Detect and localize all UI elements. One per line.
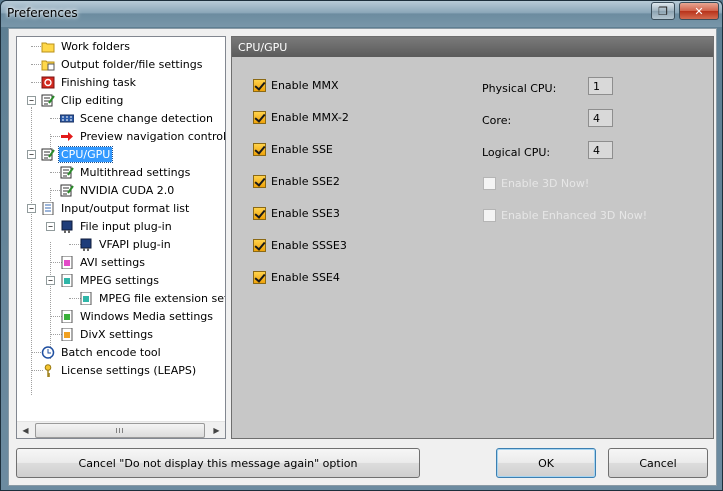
mpeg-extension-icon bbox=[79, 291, 93, 305]
checkbox-checked-icon[interactable] bbox=[253, 239, 266, 252]
checkbox-checked-icon[interactable] bbox=[253, 143, 266, 156]
expand-toggle-clip-editing[interactable]: − bbox=[27, 96, 36, 105]
tree-item-clip-editing[interactable]: Clip editing bbox=[41, 91, 125, 109]
tree-item-finishing-task[interactable]: Finishing task bbox=[41, 73, 138, 91]
expand-toggle-cpu-gpu[interactable]: − bbox=[27, 150, 36, 159]
restore-button[interactable]: ❐ bbox=[651, 2, 675, 20]
tree-item-mpeg-settings[interactable]: MPEG settings bbox=[60, 271, 161, 289]
clock-icon bbox=[41, 345, 55, 359]
checkbox-enable-sse[interactable]: Enable SSE bbox=[253, 143, 333, 156]
divx-icon bbox=[60, 327, 74, 341]
core-value: 4 bbox=[588, 109, 613, 127]
cuda-icon bbox=[60, 184, 74, 197]
checkbox-unchecked-icon bbox=[483, 209, 496, 222]
checkbox-enable-3dnow: Enable 3D Now! bbox=[483, 177, 589, 190]
close-button[interactable]: ✕ bbox=[679, 2, 719, 20]
tree-item-batch-encode[interactable]: Batch encode tool bbox=[41, 343, 163, 361]
checkbox-enable-sse4[interactable]: Enable SSE4 bbox=[253, 271, 340, 284]
dialog-client-area: − − − − − Work folders Output folder/fil… bbox=[8, 28, 717, 486]
ok-button[interactable]: OK bbox=[496, 448, 596, 478]
checkbox-checked-icon[interactable] bbox=[253, 111, 266, 124]
checkbox-enable-sse3[interactable]: Enable SSE3 bbox=[253, 207, 340, 220]
tree-item-file-input-plugin[interactable]: File input plug-in bbox=[60, 217, 174, 235]
physical-cpu-value: 1 bbox=[588, 77, 613, 95]
cpu-gpu-panel: CPU/GPU Enable MMX Enable MMX-2 Enable S… bbox=[231, 36, 714, 439]
expand-toggle-file-input[interactable]: − bbox=[46, 222, 55, 231]
tree-item-windows-media[interactable]: Windows Media settings bbox=[60, 307, 215, 325]
tree-item-output-folder[interactable]: Output folder/file settings bbox=[41, 55, 204, 73]
format-list-icon bbox=[41, 201, 55, 215]
close-icon: ✕ bbox=[694, 4, 704, 18]
scroll-right-button[interactable]: ▶ bbox=[208, 423, 225, 438]
checkbox-enable-sse2[interactable]: Enable SSE2 bbox=[253, 175, 340, 188]
tree-item-license-settings[interactable]: License settings (LEAPS) bbox=[41, 361, 198, 379]
scene-detection-icon bbox=[59, 112, 75, 125]
expand-toggle-format-list[interactable]: − bbox=[27, 204, 36, 213]
tree-item-divx-settings[interactable]: DivX settings bbox=[60, 325, 155, 343]
preferences-window: Preferences ❐ ✕ − − − − − Work folders O… bbox=[0, 0, 723, 491]
tree-item-nvidia-cuda[interactable]: NVIDIA CUDA 2.0 bbox=[60, 181, 176, 199]
tree-item-cpu-gpu[interactable]: CPU/GPU bbox=[41, 145, 114, 163]
scroll-left-button[interactable]: ◀ bbox=[17, 423, 34, 438]
checkbox-enable-mmx[interactable]: Enable MMX bbox=[253, 79, 338, 92]
checkbox-checked-icon[interactable] bbox=[253, 207, 266, 220]
cpu-gpu-icon bbox=[41, 148, 55, 161]
checkbox-checked-icon[interactable] bbox=[253, 175, 266, 188]
scroll-grip: III bbox=[115, 426, 125, 435]
checkbox-checked-icon[interactable] bbox=[253, 79, 266, 92]
red-arrow-icon bbox=[60, 130, 74, 143]
scroll-right-icon: ▶ bbox=[213, 426, 220, 435]
title-bar[interactable]: Preferences ❐ ✕ bbox=[1, 1, 722, 27]
key-icon bbox=[41, 363, 55, 377]
mpeg-icon bbox=[60, 273, 74, 287]
scroll-thumb[interactable]: III bbox=[35, 423, 205, 438]
checkbox-enable-ssse3[interactable]: Enable SSSE3 bbox=[253, 239, 347, 252]
tree-item-multithread[interactable]: Multithread settings bbox=[60, 163, 192, 181]
expand-toggle-mpeg[interactable]: − bbox=[46, 276, 55, 285]
checkbox-enable-enhanced-3dnow: Enable Enhanced 3D Now! bbox=[483, 209, 647, 222]
tree-item-preview-navigation[interactable]: Preview navigation control bbox=[60, 127, 225, 145]
finishing-task-icon bbox=[41, 76, 55, 89]
vfapi-plugin-icon bbox=[79, 238, 93, 251]
checkbox-checked-icon[interactable] bbox=[253, 271, 266, 284]
plugin-icon bbox=[60, 220, 74, 233]
settings-tree[interactable]: − − − − − Work folders Output folder/fil… bbox=[16, 36, 226, 439]
cancel-dont-display-button[interactable]: Cancel "Do not display this message agai… bbox=[16, 448, 420, 478]
restore-icon: ❐ bbox=[658, 4, 668, 18]
clip-editing-icon bbox=[41, 94, 55, 107]
core-label: Core: bbox=[482, 114, 512, 127]
logical-cpu-label: Logical CPU: bbox=[482, 146, 551, 159]
tree-item-scene-change[interactable]: Scene change detection bbox=[59, 109, 215, 127]
checkbox-enable-mmx2[interactable]: Enable MMX-2 bbox=[253, 111, 349, 124]
output-folder-icon bbox=[41, 58, 55, 71]
physical-cpu-label: Physical CPU: bbox=[482, 82, 557, 95]
window-title: Preferences bbox=[7, 6, 78, 20]
tree-item-work-folders[interactable]: Work folders bbox=[41, 37, 132, 55]
logical-cpu-value: 4 bbox=[588, 141, 613, 159]
tree-horizontal-scrollbar[interactable]: ◀ III ▶ bbox=[17, 421, 225, 438]
folder-icon bbox=[41, 40, 55, 53]
tree-item-format-list[interactable]: Input/output format list bbox=[41, 199, 191, 217]
tree-item-mpeg-extension[interactable]: MPEG file extension setting bbox=[79, 289, 225, 307]
checkbox-unchecked-icon bbox=[483, 177, 496, 190]
tree-item-avi-settings[interactable]: AVI settings bbox=[60, 253, 147, 271]
tree-item-vfapi-plugin[interactable]: VFAPI plug-in bbox=[79, 235, 173, 253]
panel-title: CPU/GPU bbox=[232, 37, 713, 57]
scroll-left-icon: ◀ bbox=[22, 426, 29, 435]
multithread-icon bbox=[60, 166, 74, 179]
cancel-button[interactable]: Cancel bbox=[608, 448, 708, 478]
avi-file-icon bbox=[60, 255, 74, 269]
windows-media-icon bbox=[60, 309, 74, 323]
